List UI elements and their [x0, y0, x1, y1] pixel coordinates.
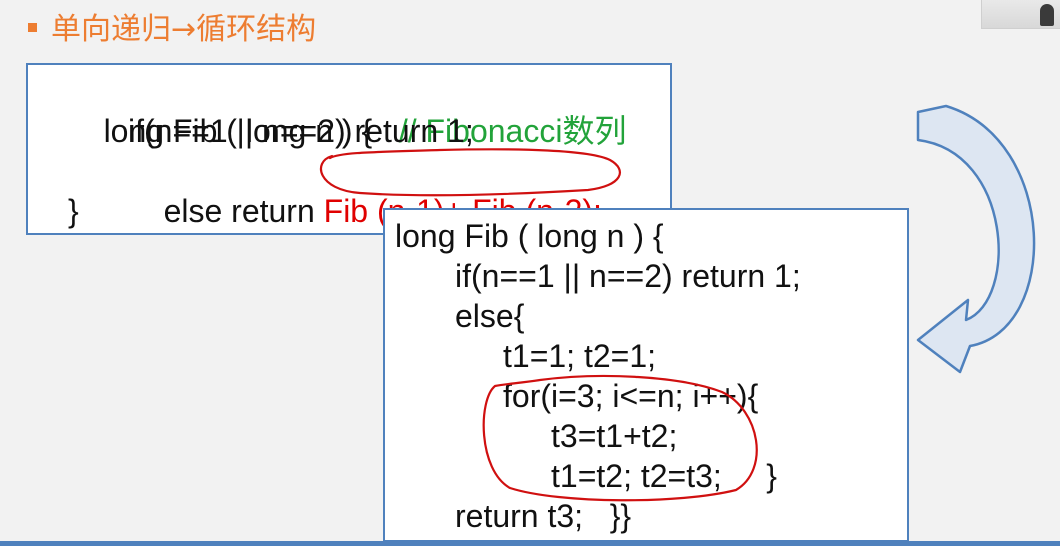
iterative-line-8: return t3; }} — [455, 498, 632, 534]
iterative-line-4: t1=1; t2=1; — [503, 338, 657, 374]
recursive-line-2: if(n==1 || n==2) return 1; — [128, 113, 474, 149]
slide-title-text: 单向递归→循环结构 — [51, 12, 317, 47]
iterative-line-2: if(n==1 || n==2) return 1; — [455, 258, 801, 294]
iterative-line-6: t3=t1+t2; — [551, 418, 678, 454]
presenter-video-thumbnail — [981, 0, 1060, 29]
iterative-line-3: else{ — [455, 298, 525, 334]
iterative-line-5: for(i=3; i<=n; i++){ — [503, 378, 759, 414]
slide-title: 单向递归→循环结构 — [28, 6, 317, 47]
iterative-line-1: long Fib ( long n ) { — [395, 218, 664, 254]
iterative-line-7: t1=t2; t2=t3; } — [551, 458, 777, 494]
square-bullet-icon — [28, 22, 37, 32]
iterative-code-box: long Fib ( long n ) { if(n==1 || n==2) r… — [383, 208, 909, 542]
curved-arrow-shape — [916, 104, 1036, 374]
recursive-line-4: } — [68, 193, 79, 229]
else-return-text: else return — [163, 193, 324, 229]
